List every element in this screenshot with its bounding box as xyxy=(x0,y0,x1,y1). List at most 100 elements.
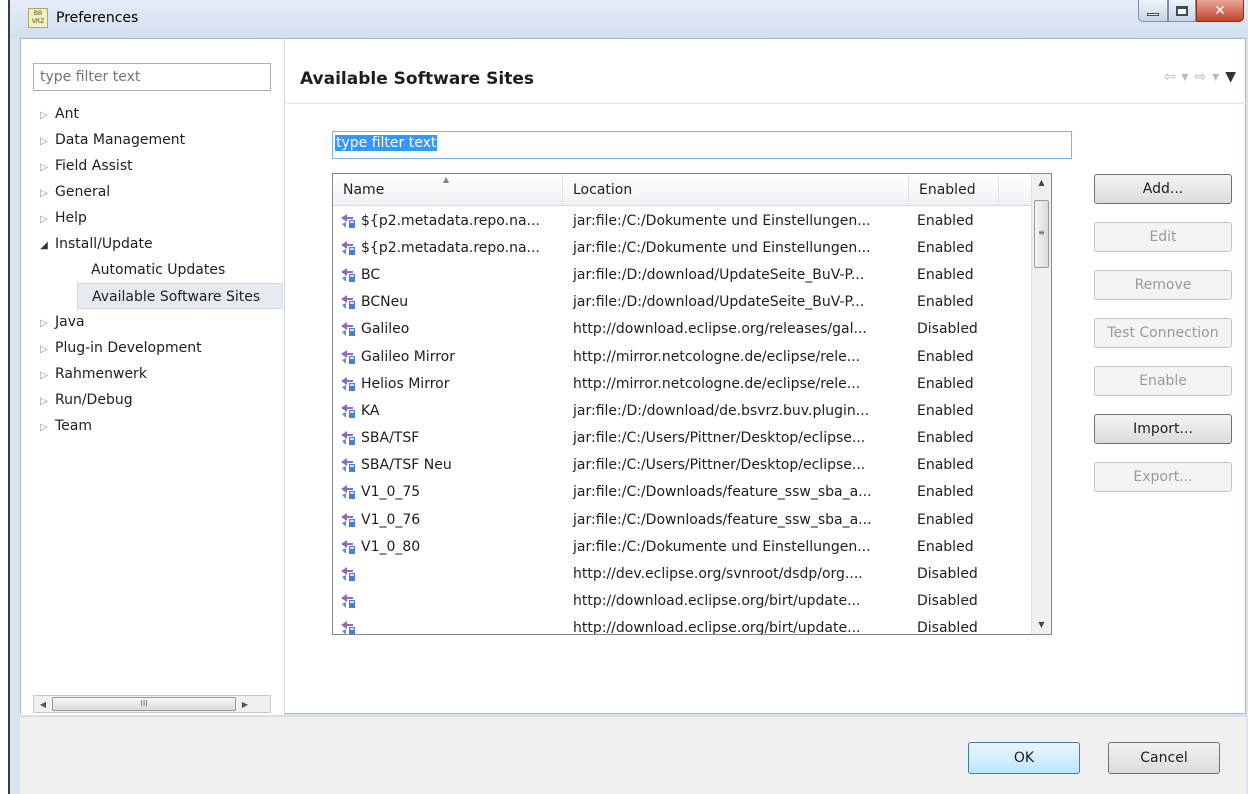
table-row[interactable]: SBA/TSF jar:file:/C:/Users/Pittner/Deskto… xyxy=(333,425,1051,452)
test-connection-button[interactable]: Test Connection xyxy=(1094,318,1232,348)
forward-menu-icon[interactable]: ▾ xyxy=(1212,69,1219,85)
collapsed-arrow-icon[interactable]: ▷ xyxy=(33,363,55,389)
cell-location: jar:file:/D:/download/UpdateSeite_BuV-P.… xyxy=(573,266,865,283)
import-button[interactable]: Import... xyxy=(1094,414,1232,444)
table-row[interactable]: Helios Mirror http://mirror.netcologne.de… xyxy=(333,370,1051,397)
export-button[interactable]: Export... xyxy=(1094,462,1232,492)
tree-item-automatic-updates[interactable]: Automatic Updates xyxy=(33,257,283,283)
collapsed-arrow-icon[interactable]: ▷ xyxy=(33,311,55,337)
tree-item-data-management[interactable]: ▷ Data Management xyxy=(33,127,283,153)
update-site-icon xyxy=(339,483,357,501)
title-bar[interactable]: BB VRZ Preferences ✕ xyxy=(10,0,1248,38)
remove-button[interactable]: Remove xyxy=(1094,270,1232,300)
cell-location: jar:file:/C:/Dokumente und Einstellungen… xyxy=(573,239,871,256)
table-row[interactable]: http://dev.eclipse.org/svnroot/dsdp/org.… xyxy=(333,560,1051,587)
table-row[interactable]: V1_0_76 jar:file:/C:/Downloads/feature_ss… xyxy=(333,506,1051,533)
cell-location: http://mirror.netcologne.de/eclipse/rele… xyxy=(573,375,861,392)
page-title: Available Software Sites xyxy=(300,69,534,89)
table-row[interactable]: BCNeu jar:file:/D:/download/UpdateSeite_B… xyxy=(333,289,1051,316)
tree-item-install-update[interactable]: ◢ Install/Update xyxy=(33,231,283,257)
site-name: Helios Mirror xyxy=(361,375,450,392)
site-filter-input[interactable]: type filter text xyxy=(332,131,1072,159)
cell-name: SBA/TSF xyxy=(333,429,563,447)
maximize-button[interactable] xyxy=(1168,0,1196,22)
update-site-icon xyxy=(339,375,357,393)
table-row[interactable]: ${p2.metadata.repo.na... jar:file:/C:/Dok… xyxy=(333,207,1051,234)
filter-selected-text: type filter text xyxy=(335,135,438,151)
collapsed-arrow-icon[interactable]: ▷ xyxy=(33,337,55,363)
tree-item-general[interactable]: ▷ General xyxy=(33,179,283,205)
minimize-icon xyxy=(1147,13,1159,16)
minimize-button[interactable] xyxy=(1138,0,1168,22)
table-row[interactable]: ${p2.metadata.repo.na... jar:file:/C:/Dok… xyxy=(333,234,1051,261)
cell-enabled: Disabled xyxy=(917,620,978,635)
cell-location: jar:file:/C:/Users/Pittner/Desktop/eclip… xyxy=(573,457,866,474)
collapsed-arrow-icon[interactable]: ▷ xyxy=(33,103,55,129)
tree-item-help[interactable]: ▷ Help xyxy=(33,205,283,231)
scroll-down-icon[interactable]: ▼ xyxy=(1032,616,1051,634)
site-name: Galileo Mirror xyxy=(361,348,455,365)
collapsed-arrow-icon[interactable]: ▷ xyxy=(33,155,55,181)
tree-item-available-software-sites[interactable]: Available Software Sites xyxy=(77,283,283,309)
table-row[interactable]: http://download.eclipse.org/birt/update.… xyxy=(333,615,1051,635)
site-name: Galileo xyxy=(361,321,410,338)
table-row[interactable]: V1_0_80 jar:file:/C:/Dokumente und Einste… xyxy=(333,533,1051,560)
cancel-button[interactable]: Cancel xyxy=(1108,742,1220,774)
tree-item-label: Data Management xyxy=(55,132,186,148)
column-header-location[interactable]: Location xyxy=(563,174,909,206)
update-site-icon xyxy=(339,565,357,583)
cell-enabled: Enabled xyxy=(917,511,974,528)
back-menu-icon[interactable]: ▾ xyxy=(1181,69,1188,85)
table-row[interactable]: http://download.eclipse.org/birt/update.… xyxy=(333,588,1051,615)
table-row[interactable]: Galileo Mirror http://mirror.netcologne.d… xyxy=(333,343,1051,370)
collapsed-arrow-icon[interactable]: ▷ xyxy=(33,415,55,441)
cell-enabled: Enabled xyxy=(917,294,974,311)
tree-item-rahmenwerk[interactable]: ▷ Rahmenwerk xyxy=(33,361,283,387)
dialog-content: ▷Ant▷Data Management▷Field Assist▷Genera… xyxy=(20,38,1246,715)
collapsed-arrow-icon[interactable]: ▷ xyxy=(33,181,55,207)
column-header-enabled[interactable]: Enabled xyxy=(909,174,999,206)
table-row[interactable]: SBA/TSF Neu jar:file:/C:/Users/Pittner/De… xyxy=(333,452,1051,479)
tree-item-run-debug[interactable]: ▷ Run/Debug xyxy=(33,387,283,413)
history-navigation: ⇦ ▾ ⇨ ▾ ▼ xyxy=(1164,69,1236,85)
tree-filter-input[interactable] xyxy=(33,63,271,91)
collapsed-arrow-icon[interactable]: ▷ xyxy=(33,207,55,233)
add-button[interactable]: Add... xyxy=(1094,174,1232,204)
forward-arrow-icon[interactable]: ⇨ xyxy=(1194,69,1206,85)
collapsed-arrow-icon[interactable]: ▷ xyxy=(33,389,55,415)
update-site-icon xyxy=(339,538,357,556)
table-row[interactable]: BC jar:file:/D:/download/UpdateSeite_BuV-… xyxy=(333,261,1051,288)
tree-item-ant[interactable]: ▷ Ant xyxy=(33,101,283,127)
tree-item-java[interactable]: ▷ Java xyxy=(33,309,283,335)
column-header-name[interactable]: ▲ Name xyxy=(333,174,563,206)
cell-location: http://download.eclipse.org/birt/update.… xyxy=(573,593,861,610)
table-row[interactable]: Galileo http://download.eclipse.org/relea… xyxy=(333,316,1051,343)
cell-enabled: Enabled xyxy=(917,266,974,283)
dialog-footer: OK Cancel xyxy=(20,716,1246,794)
scroll-thumb[interactable]: III xyxy=(52,697,236,711)
enable-button[interactable]: Enable xyxy=(1094,366,1232,396)
scroll-right-icon[interactable]: ▶ xyxy=(236,700,254,709)
view-menu-icon[interactable]: ▼ xyxy=(1225,69,1236,85)
site-name: V1_0_80 xyxy=(361,538,421,555)
tree-item-field-assist[interactable]: ▷ Field Assist xyxy=(33,153,283,179)
site-name: ${p2.metadata.repo.na... xyxy=(361,212,540,229)
table-vertical-scrollbar[interactable]: ▲ ≡ ▼ xyxy=(1031,174,1051,634)
tree-item-plug-in-development[interactable]: ▷ Plug-in Development xyxy=(33,335,283,361)
ok-button[interactable]: OK xyxy=(968,742,1080,774)
tree-item-label: Java xyxy=(55,314,85,330)
collapsed-arrow-icon[interactable]: ▷ xyxy=(33,129,55,155)
header-divider xyxy=(286,103,1246,104)
close-button[interactable]: ✕ xyxy=(1196,0,1244,22)
edit-button[interactable]: Edit xyxy=(1094,222,1232,252)
table-row[interactable]: V1_0_75 jar:file:/C:/Downloads/feature_ss… xyxy=(333,479,1051,506)
scroll-up-icon[interactable]: ▲ xyxy=(1032,174,1051,192)
expanded-arrow-icon[interactable]: ◢ xyxy=(33,233,55,259)
table-row[interactable]: KA jar:file:/D:/download/de.bsvrz.buv.plu… xyxy=(333,397,1051,424)
table-header: ▲ Name Location Enabled xyxy=(333,174,1051,206)
tree-item-team[interactable]: ▷ Team xyxy=(33,413,283,439)
scroll-left-icon[interactable]: ◀ xyxy=(34,700,52,709)
scroll-thumb[interactable]: ≡ xyxy=(1034,200,1049,268)
tree-horizontal-scrollbar[interactable]: ◀ III ▶ xyxy=(33,695,271,713)
back-arrow-icon[interactable]: ⇦ xyxy=(1164,69,1176,85)
